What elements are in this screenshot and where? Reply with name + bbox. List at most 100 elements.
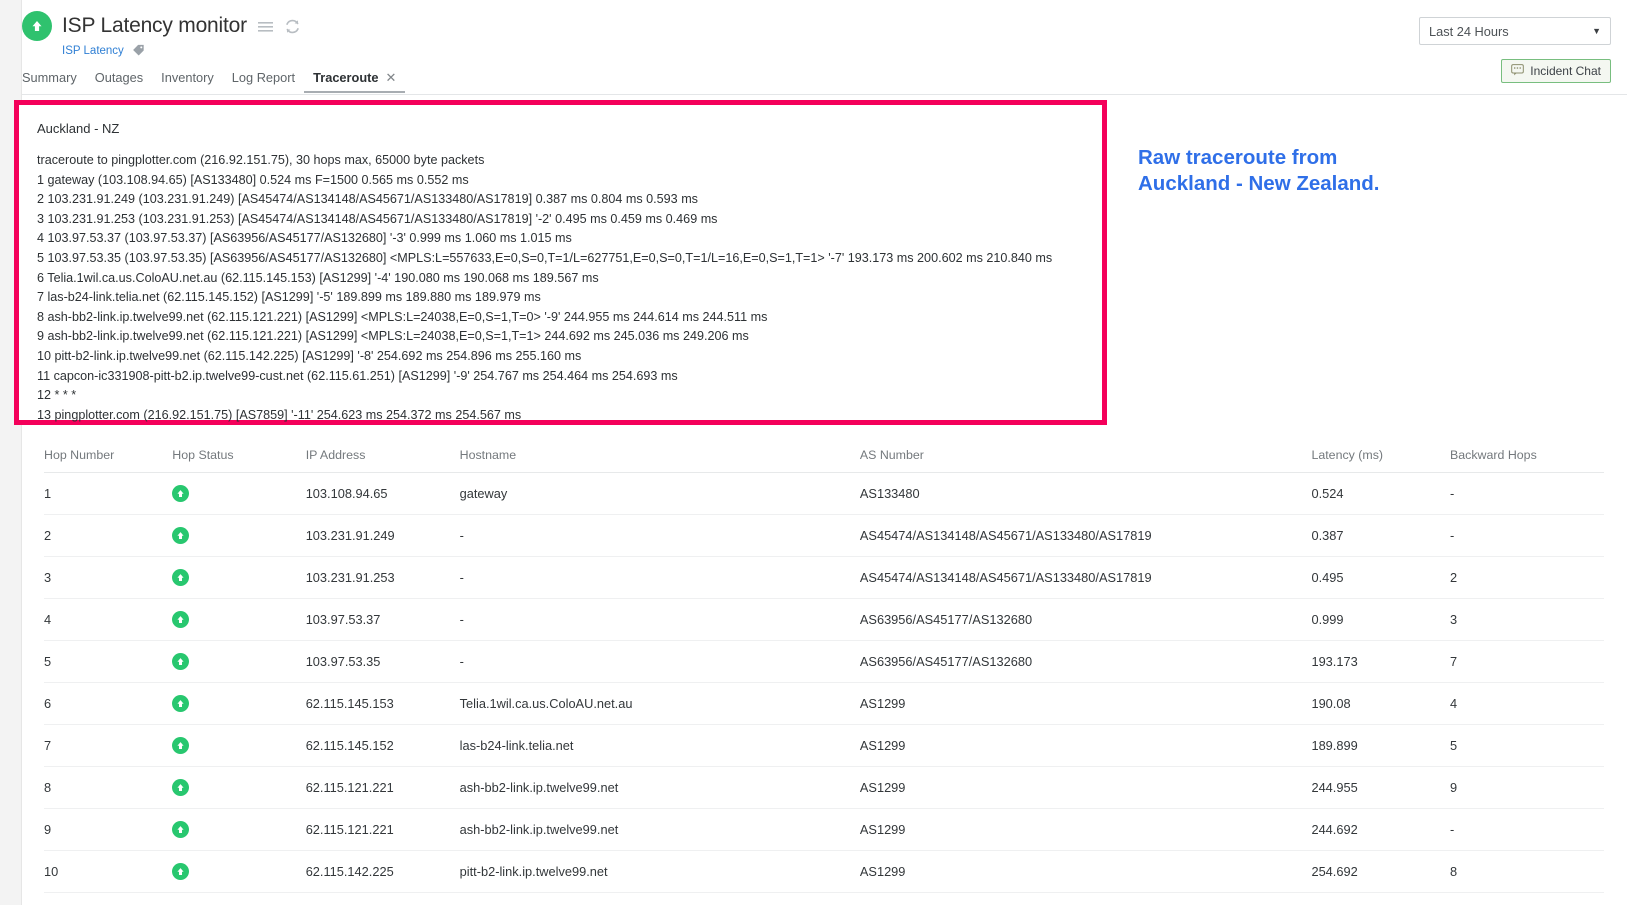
tab-traceroute[interactable]: Traceroute ✕ — [304, 68, 405, 93]
tab-label: Outages — [95, 70, 143, 85]
cell-latency: 244.955 — [1311, 767, 1450, 809]
tab-summary[interactable]: Summary — [22, 68, 86, 88]
cell-as-number: AS1299 — [860, 809, 1312, 851]
close-icon[interactable]: ✕ — [386, 68, 397, 88]
traceroute-line: 5 103.97.53.35 (103.97.53.35) [AS63956/A… — [37, 249, 1090, 269]
cell-as-number: AS45474/AS134148/AS45671/AS133480/AS1781… — [860, 557, 1312, 599]
cell-hop-number: 2 — [44, 515, 172, 557]
col-header-as-number[interactable]: AS Number — [860, 436, 1312, 473]
cell-as-number: AS1299 — [860, 893, 1312, 905]
cell-backward-hops: 7 — [1450, 641, 1604, 683]
cell-hostname: ash-bb2-link.ip.twelve99.net — [460, 767, 860, 809]
table-row[interactable]: 1062.115.142.225pitt-b2-link.ip.twelve99… — [44, 851, 1604, 893]
table-row[interactable]: 1162.115.61.251capcon-ic331908-pitt-b2.i… — [44, 893, 1604, 905]
traceroute-location: Auckland - NZ — [37, 121, 1090, 136]
breadcrumb-link-isp-latency[interactable]: ISP Latency — [62, 45, 124, 57]
col-header-ip-address[interactable]: IP Address — [306, 436, 460, 473]
annotation-line-1: Raw traceroute from — [1138, 145, 1538, 171]
annotation-line-2: Auckland - New Zealand. — [1138, 171, 1538, 197]
cell-ip-address: 103.97.53.35 — [306, 641, 460, 683]
cell-backward-hops: 5 — [1450, 725, 1604, 767]
traceroute-line: 6 Telia.1wil.ca.us.ColoAU.net.au (62.115… — [37, 269, 1090, 289]
table-row[interactable]: 5103.97.53.35-AS63956/AS45177/AS13268019… — [44, 641, 1604, 683]
cell-hostname: - — [460, 599, 860, 641]
cell-backward-hops: 2 — [1450, 557, 1604, 599]
traceroute-line: 10 pitt-b2-link.ip.twelve99.net (62.115.… — [37, 347, 1090, 367]
col-header-backward-hops[interactable]: Backward Hops — [1450, 436, 1604, 473]
cell-latency: 254.767 — [1311, 893, 1450, 905]
cell-backward-hops: - — [1450, 809, 1604, 851]
table-row[interactable]: 2103.231.91.249-AS45474/AS134148/AS45671… — [44, 515, 1604, 557]
tab-inventory[interactable]: Inventory — [152, 68, 223, 88]
cell-as-number: AS1299 — [860, 767, 1312, 809]
cell-hop-number: 9 — [44, 809, 172, 851]
tag-icon[interactable] — [132, 44, 145, 57]
cell-backward-hops: - — [1450, 473, 1604, 515]
traceroute-line: 3 103.231.91.253 (103.231.91.253) [AS454… — [37, 210, 1090, 230]
table-row[interactable]: 962.115.121.221ash-bb2-link.ip.twelve99.… — [44, 809, 1604, 851]
col-header-hop-status[interactable]: Hop Status — [172, 436, 305, 473]
cell-ip-address: 62.115.121.221 — [306, 809, 460, 851]
page-title: ISP Latency monitor — [62, 14, 247, 38]
cell-backward-hops: 3 — [1450, 599, 1604, 641]
cell-hostname: - — [460, 641, 860, 683]
cell-hop-number: 1 — [44, 473, 172, 515]
traceroute-line: 13 pingplotter.com (216.92.151.75) [AS78… — [37, 406, 1090, 426]
tab-bar-divider — [22, 94, 1627, 95]
tab-label: Log Report — [232, 70, 295, 85]
cell-hop-status — [172, 809, 305, 851]
tab-log-report[interactable]: Log Report — [223, 68, 304, 88]
cell-as-number: AS133480 — [860, 473, 1312, 515]
traceroute-line: 1 gateway (103.108.94.65) [AS133480] 0.5… — [37, 171, 1090, 191]
cell-as-number: AS63956/AS45177/AS132680 — [860, 599, 1312, 641]
cell-latency: 0.524 — [1311, 473, 1450, 515]
cell-hostname: - — [460, 557, 860, 599]
cell-as-number: AS1299 — [860, 725, 1312, 767]
annotation-callout: Raw traceroute from Auckland - New Zeala… — [1138, 145, 1538, 197]
cell-hostname: - — [460, 515, 860, 557]
table-row[interactable]: 662.115.145.153Telia.1wil.ca.us.ColoAU.n… — [44, 683, 1604, 725]
tab-outages[interactable]: Outages — [86, 68, 152, 88]
traceroute-line: 9 ash-bb2-link.ip.twelve99.net (62.115.1… — [37, 327, 1090, 347]
cell-hop-status — [172, 557, 305, 599]
table-row[interactable]: 4103.97.53.37-AS63956/AS45177/AS1326800.… — [44, 599, 1604, 641]
cell-hostname: pitt-b2-link.ip.twelve99.net — [460, 851, 860, 893]
cell-hop-status — [172, 725, 305, 767]
cell-backward-hops: 8 — [1450, 851, 1604, 893]
hop-status-up-icon — [172, 569, 189, 586]
cell-ip-address: 62.115.145.152 — [306, 725, 460, 767]
cell-ip-address: 103.231.91.249 — [306, 515, 460, 557]
table-row[interactable]: 1103.108.94.65gatewayAS1334800.524- — [44, 473, 1604, 515]
cell-hop-number: 10 — [44, 851, 172, 893]
tab-label: Summary — [22, 70, 77, 85]
col-header-latency[interactable]: Latency (ms) — [1311, 436, 1450, 473]
time-range-value: Last 24 Hours — [1429, 24, 1509, 39]
cell-hostname: gateway — [460, 473, 860, 515]
hamburger-menu-icon[interactable] — [257, 18, 274, 35]
traceroute-line: 8 ash-bb2-link.ip.twelve99.net (62.115.1… — [37, 308, 1090, 328]
cell-hop-number: 3 — [44, 557, 172, 599]
table-row[interactable]: 762.115.145.152las-b24-link.telia.netAS1… — [44, 725, 1604, 767]
cell-latency: 0.999 — [1311, 599, 1450, 641]
cell-hostname: Telia.1wil.ca.us.ColoAU.net.au — [460, 683, 860, 725]
time-range-select[interactable]: Last 24 Hours ▼ — [1419, 17, 1611, 45]
cell-hostname: las-b24-link.telia.net — [460, 725, 860, 767]
cell-latency: 190.08 — [1311, 683, 1450, 725]
cell-hop-number: 6 — [44, 683, 172, 725]
table-row[interactable]: 862.115.121.221ash-bb2-link.ip.twelve99.… — [44, 767, 1604, 809]
cell-hop-status — [172, 683, 305, 725]
chevron-down-icon: ▼ — [1592, 26, 1601, 36]
hop-status-up-icon — [172, 653, 189, 670]
cell-hop-status — [172, 893, 305, 905]
col-header-hostname[interactable]: Hostname — [460, 436, 860, 473]
cell-hop-status — [172, 851, 305, 893]
hop-status-up-icon — [172, 611, 189, 628]
traceroute-line: 12 * * * — [37, 386, 1090, 406]
hop-status-up-icon — [172, 695, 189, 712]
col-header-hop-number[interactable]: Hop Number — [44, 436, 172, 473]
refresh-icon[interactable] — [284, 18, 301, 35]
table-row[interactable]: 3103.231.91.253-AS45474/AS134148/AS45671… — [44, 557, 1604, 599]
green-up-arrow-circle-icon — [22, 11, 52, 41]
table-header-row: Hop Number Hop Status IP Address Hostnam… — [44, 436, 1604, 473]
traceroute-line: 11 capcon-ic331908-pitt-b2.ip.twelve99-c… — [37, 367, 1090, 387]
